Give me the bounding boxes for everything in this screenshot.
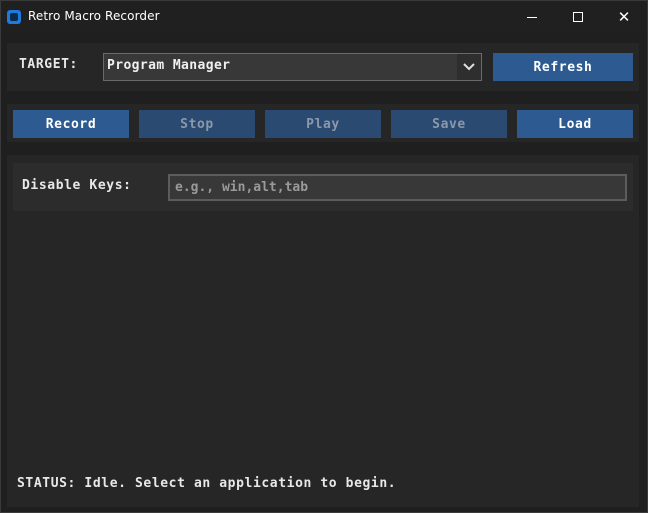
maximize-icon bbox=[573, 12, 583, 22]
close-icon: ✕ bbox=[617, 7, 631, 26]
record-button[interactable]: Record bbox=[13, 110, 129, 138]
control-toolbar: Record Stop Play Save Load bbox=[7, 104, 639, 142]
main-panel: Disable Keys: STATUS: Idle. Select an ap… bbox=[7, 155, 639, 507]
minimize-icon bbox=[527, 16, 537, 18]
target-app-dropdown[interactable]: Program Manager bbox=[103, 53, 482, 81]
target-panel: TARGET: Program Manager Refresh bbox=[7, 43, 639, 91]
disable-keys-input[interactable] bbox=[168, 174, 627, 201]
target-label: TARGET: bbox=[19, 57, 78, 72]
close-button[interactable]: ✕ bbox=[601, 1, 647, 33]
save-button[interactable]: Save bbox=[391, 110, 507, 138]
target-app-value: Program Manager bbox=[107, 58, 231, 73]
disable-keys-row: Disable Keys: bbox=[13, 163, 633, 211]
disable-keys-label: Disable Keys: bbox=[22, 178, 132, 193]
title-bar[interactable]: Retro Macro Recorder ✕ bbox=[1, 1, 647, 33]
maximize-button[interactable] bbox=[555, 1, 601, 33]
app-icon bbox=[7, 10, 21, 24]
stop-button[interactable]: Stop bbox=[139, 110, 255, 138]
app-window: Retro Macro Recorder ✕ TARGET: Program M… bbox=[0, 0, 648, 513]
status-text: STATUS: Idle. Select an application to b… bbox=[17, 476, 397, 491]
load-button[interactable]: Load bbox=[517, 110, 633, 138]
play-button[interactable]: Play bbox=[265, 110, 381, 138]
window-title: Retro Macro Recorder bbox=[28, 9, 160, 23]
chevron-down-icon[interactable] bbox=[457, 54, 481, 80]
minimize-button[interactable] bbox=[509, 1, 555, 33]
refresh-button[interactable]: Refresh bbox=[493, 53, 633, 81]
